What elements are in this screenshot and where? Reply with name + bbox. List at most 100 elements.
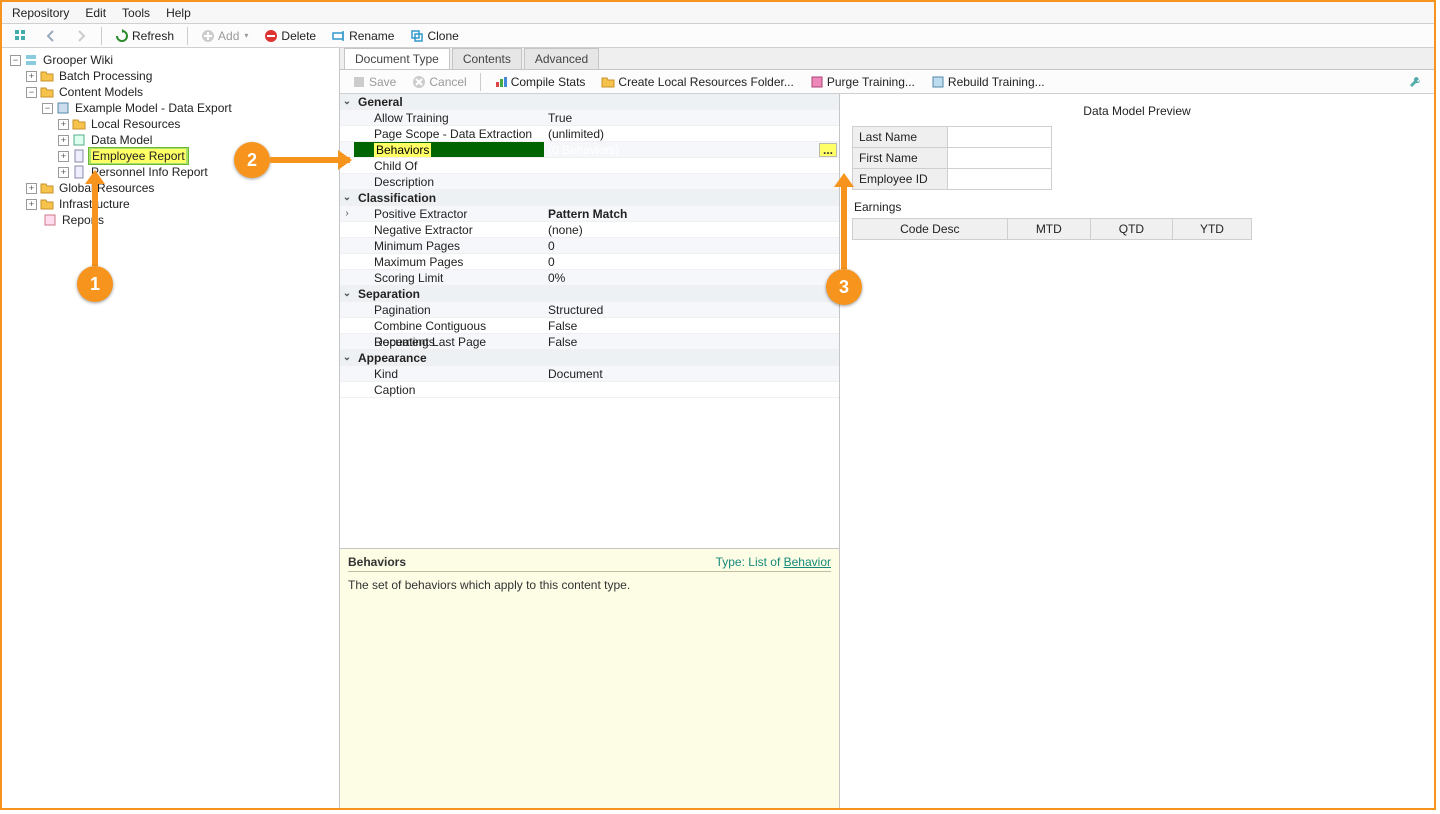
prop-min-pages[interactable]: Minimum Pages0 [340,238,839,254]
field-value[interactable] [948,169,1052,190]
rebuild-icon [931,75,945,89]
prop-repeating[interactable]: Repeating Last PageFalse [340,334,839,350]
col-qtd[interactable]: QTD [1090,219,1172,240]
rename-icon [332,29,346,43]
tree-infrastructure[interactable]: + Infrastructure [6,196,339,212]
callout-arrow-3 [841,177,847,269]
nav-back-button[interactable] [38,26,64,46]
expander-icon[interactable]: − [10,55,21,66]
expander-icon[interactable]: + [58,119,69,130]
model-icon [56,101,70,115]
prop-description[interactable]: Description [340,174,839,190]
nav-forward-button[interactable] [68,26,94,46]
prop-child-of[interactable]: Child Of [340,158,839,174]
add-button[interactable]: Add ▾ [195,26,254,46]
separator [480,73,481,91]
delete-icon [264,29,278,43]
tree-personnel-label: Personnel Info Report [89,164,210,180]
tree-root[interactable]: − Grooper Wiki [6,52,339,68]
rename-button[interactable]: Rename [326,26,400,46]
cat-separation[interactable]: ⌄Separation [340,286,839,302]
menu-repository[interactable]: Repository [12,6,69,20]
split-pane: ⌄General Allow TrainingTrue Page Scope -… [340,94,1434,808]
field-value[interactable] [948,148,1052,169]
tabs: Document Type Contents Advanced [340,48,1434,70]
settings-button[interactable] [1402,72,1428,92]
tree: − Grooper Wiki + Batch Processing − Cont… [6,52,339,228]
delete-button[interactable]: Delete [258,26,322,46]
rebuild-training-button[interactable]: Rebuild Training... [925,72,1051,92]
tree-batch[interactable]: + Batch Processing [6,68,339,84]
folder-icon [40,197,54,211]
prop-pagination[interactable]: PaginationStructured [340,302,839,318]
help-box: Behaviors Type: List of Behavior The set… [340,548,839,808]
tab-document-type[interactable]: Document Type [344,48,450,69]
prop-behaviors[interactable]: Behaviors (0 Behaviors) ... [340,142,839,158]
col-code[interactable]: Code Desc [853,219,1008,240]
prop-caption[interactable]: Caption [340,382,839,398]
expander-icon[interactable]: + [26,183,37,194]
menu-tools[interactable]: Tools [122,6,150,20]
app-window: Repository Edit Tools Help Refresh Add ▾… [0,0,1436,810]
prop-negative-extractor[interactable]: Negative Extractor(none) [340,222,839,238]
tree-reports[interactable]: Reports [6,212,339,228]
refresh-label: Refresh [132,29,174,43]
prop-allow-training[interactable]: Allow TrainingTrue [340,110,839,126]
purge-label: Purge Training... [827,75,915,89]
wrench-icon [1408,75,1422,89]
expander-icon[interactable]: − [42,103,53,114]
preview-row-empid: Employee ID [853,169,1052,190]
ellipsis-button[interactable]: ... [819,143,837,157]
tab-contents[interactable]: Contents [452,48,522,69]
expander-icon[interactable]: + [26,199,37,210]
expander-icon[interactable]: + [58,135,69,146]
nav-home-button[interactable] [8,26,34,46]
prop-positive-extractor[interactable]: ›Positive ExtractorPattern Match [340,206,839,222]
create-local-resources-button[interactable]: Create Local Resources Folder... [595,72,799,92]
prop-behaviors-name: Behaviors [374,143,431,157]
property-grid[interactable]: ⌄General Allow TrainingTrue Page Scope -… [340,94,839,548]
folder-icon [40,181,54,195]
expander-icon[interactable]: + [58,167,69,178]
expander-icon[interactable]: + [26,71,37,82]
cancel-button[interactable]: Cancel [406,72,472,92]
expander-icon[interactable]: + [58,151,69,162]
cat-general[interactable]: ⌄General [340,94,839,110]
doc-icon [72,165,86,179]
col-ytd[interactable]: YTD [1172,219,1251,240]
tree-data-model[interactable]: + Data Model [6,132,339,148]
help-type-link[interactable]: Behavior [784,555,831,569]
menu-edit[interactable]: Edit [85,6,106,20]
field-value[interactable] [948,127,1052,148]
refresh-icon [115,29,129,43]
prop-kind[interactable]: KindDocument [340,366,839,382]
help-description: The set of behaviors which apply to this… [348,572,831,592]
prop-page-scope[interactable]: Page Scope - Data Extraction(unlimited) [340,126,839,142]
callout-2: 2 [234,142,270,178]
tree-employee-label: Employee Report [91,149,186,163]
tree-local-resources[interactable]: + Local Resources [6,116,339,132]
menu-help[interactable]: Help [166,6,191,20]
folder-plus-icon [601,75,615,89]
prop-max-pages[interactable]: Maximum Pages0 [340,254,839,270]
tab-advanced[interactable]: Advanced [524,48,599,69]
cat-appearance[interactable]: ⌄Appearance [340,350,839,366]
expander-icon[interactable]: − [26,87,37,98]
cancel-label: Cancel [429,75,466,89]
tree-global-resources[interactable]: + Global Resources [6,180,339,196]
cat-classification[interactable]: ⌄Classification [340,190,839,206]
tree-content-models[interactable]: − Content Models [6,84,339,100]
callout-1: 1 [77,266,113,302]
save-button[interactable]: Save [346,72,402,92]
clone-button[interactable]: Clone [404,26,464,46]
col-mtd[interactable]: MTD [1007,219,1090,240]
tree-example-model[interactable]: − Example Model - Data Export [6,100,339,116]
tree-personnel-report[interactable]: + Personnel Info Report [6,164,339,180]
tree-global-res-label: Global Resources [57,180,156,196]
refresh-button[interactable]: Refresh [109,26,180,46]
prop-combine[interactable]: Combine Contiguous DocumentsFalse [340,318,839,334]
compile-stats-button[interactable]: Compile Stats [488,72,592,92]
prop-scoring-limit[interactable]: Scoring Limit0% [340,270,839,286]
purge-training-button[interactable]: Purge Training... [804,72,921,92]
save-label: Save [369,75,396,89]
